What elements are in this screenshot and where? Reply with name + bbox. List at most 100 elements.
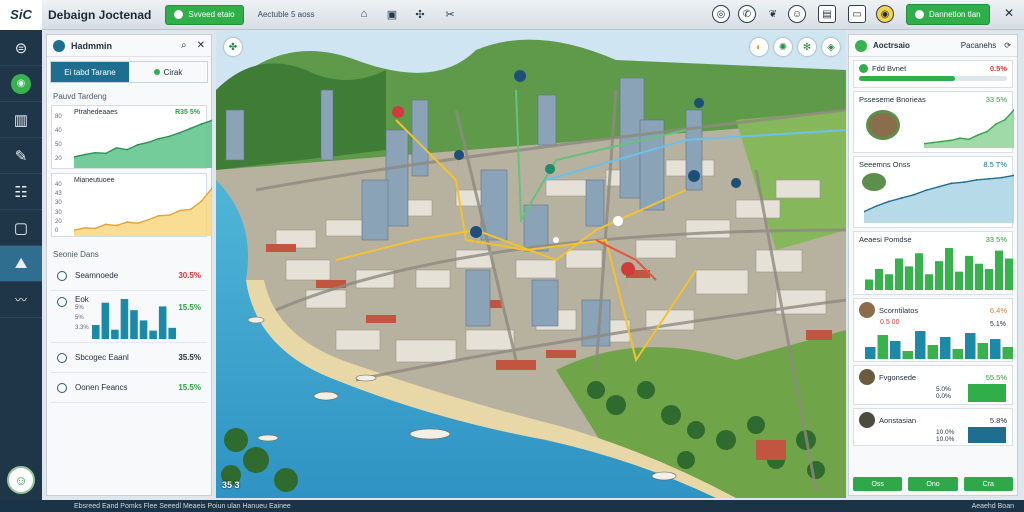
close-icon[interactable]: ✕ bbox=[1004, 6, 1014, 20]
calendar-icon[interactable]: ▤ bbox=[818, 5, 836, 23]
data-point bbox=[950, 182, 953, 185]
bar bbox=[975, 263, 983, 290]
map-compass-icon[interactable]: ✤ bbox=[224, 38, 242, 56]
bar bbox=[890, 341, 901, 359]
y-tick-label: 43 bbox=[55, 191, 62, 198]
user-icon[interactable]: ☺ bbox=[788, 5, 806, 23]
bar bbox=[977, 343, 988, 359]
data-point bbox=[158, 214, 160, 217]
notification-icon[interactable]: ◉ bbox=[876, 5, 894, 23]
status-dot-icon bbox=[174, 10, 184, 19]
card5-title: Fvgonsede bbox=[879, 372, 917, 382]
material-thumbnail-icon bbox=[859, 412, 875, 428]
y-tick-label: 30 bbox=[55, 209, 62, 216]
map-layer-icon[interactable]: ◐ bbox=[750, 38, 768, 56]
section-label-trend: Pauvd Tardeng bbox=[53, 92, 107, 101]
data-point bbox=[200, 123, 203, 125]
map-settings-icon[interactable]: ✻ bbox=[798, 38, 816, 56]
progress-bar-fill bbox=[859, 76, 956, 81]
stat-value: 15.5% bbox=[178, 383, 201, 392]
data-point bbox=[115, 146, 118, 149]
footer-button[interactable]: Oss bbox=[853, 477, 903, 491]
tab-primary[interactable]: Ei tabd Tarane bbox=[51, 62, 129, 82]
mini-axis-label: 3.3% bbox=[75, 324, 89, 331]
data-point bbox=[986, 130, 988, 133]
bar bbox=[168, 327, 176, 339]
panel-icon bbox=[855, 39, 867, 52]
breadcrumb[interactable]: Aectuble 5 aoss bbox=[258, 10, 315, 19]
data-point bbox=[875, 205, 878, 207]
leaf-icon[interactable]: ❦ bbox=[764, 5, 782, 23]
footer-button[interactable]: Ono bbox=[908, 477, 958, 491]
app-logo[interactable]: SiC bbox=[0, 0, 42, 30]
y-tick-label: 50 bbox=[55, 142, 62, 148]
stat-icon bbox=[57, 382, 67, 393]
data-point bbox=[189, 208, 192, 211]
y-tick-label: 40 bbox=[55, 182, 62, 188]
insight-card-3: Aeaesi Pomdse 33 5% bbox=[853, 231, 1013, 295]
nav-trend-icon[interactable]: 〰 bbox=[0, 282, 42, 318]
stat-row[interactable]: Seamnoede 30.5% bbox=[51, 261, 207, 291]
chart1-svg bbox=[74, 119, 212, 168]
data-point bbox=[913, 193, 915, 196]
chart1-title: Ptrahedeaaes bbox=[74, 109, 118, 116]
globe-icon[interactable]: ◎ bbox=[712, 5, 730, 23]
card4-value-b: 5.1% bbox=[990, 321, 1006, 328]
sync-icon[interactable]: ⟳ bbox=[1004, 41, 1011, 50]
settings-icon[interactable]: ✣ bbox=[412, 6, 428, 22]
map-location-icon[interactable]: ◈ bbox=[822, 38, 840, 56]
stat-row[interactable]: Eok 5% 5% 3.3% 15.5% bbox=[51, 291, 207, 343]
bar bbox=[915, 253, 923, 290]
nav-edit-icon[interactable]: ✎ bbox=[0, 138, 42, 174]
stat-row[interactable]: Sbcogec Eaanl 35.5% bbox=[51, 343, 207, 373]
data-point bbox=[94, 227, 97, 230]
data-point bbox=[168, 214, 171, 216]
nav-book-icon[interactable]: ▥ bbox=[0, 102, 42, 138]
stat-icon bbox=[57, 270, 67, 281]
search-icon[interactable]: ⌕ bbox=[181, 40, 187, 51]
data-point bbox=[988, 177, 990, 180]
left-nav: ⊜ ◉ ▥ ✎ ☷ ▢ ⛰ 〰 ☺ bbox=[0, 30, 42, 500]
action-button[interactable]: Dannetlon tlan bbox=[906, 4, 990, 25]
primary-action-button[interactable]: Svveed etaio bbox=[165, 4, 244, 25]
status-bar: Ebsreed Eand Pomks Flee Seeedl Meaeis Po… bbox=[0, 500, 1024, 512]
y-tick-label: 40 bbox=[55, 128, 62, 134]
card1-chart bbox=[924, 109, 1014, 148]
data-point bbox=[977, 134, 979, 136]
nav-map-icon[interactable]: ⛰ bbox=[0, 246, 42, 282]
data-point bbox=[963, 181, 965, 184]
card6-value: 5.8% bbox=[989, 415, 1007, 425]
tools-icon[interactable]: ✂ bbox=[442, 6, 458, 22]
data-point bbox=[104, 152, 107, 155]
close-panel-icon[interactable]: ✕ bbox=[197, 40, 205, 51]
right-panel: Aoctrsaio Pacanehs ⟳ Fdd Bvnet 0.5% Psse… bbox=[848, 34, 1018, 496]
data-point bbox=[200, 200, 203, 203]
bar bbox=[905, 266, 913, 290]
bar bbox=[877, 335, 888, 359]
card4-value-a: 6.4% bbox=[989, 305, 1007, 315]
card5-row: 0.0% bbox=[936, 393, 951, 400]
nav-dashboard-icon[interactable]: ⊜ bbox=[0, 30, 42, 66]
map-satellite-icon[interactable]: ✺ bbox=[774, 38, 792, 56]
document-icon[interactable]: ▣ bbox=[384, 6, 400, 22]
chat-icon[interactable]: ▭ bbox=[848, 5, 866, 23]
whatsapp-icon[interactable]: ✆ bbox=[738, 5, 756, 23]
home-icon[interactable]: ⌂ bbox=[356, 6, 372, 22]
bar bbox=[120, 298, 129, 339]
card1-value: 33 5% bbox=[985, 95, 1007, 104]
nav-list-icon[interactable]: ☷ bbox=[0, 174, 42, 210]
data-point bbox=[136, 143, 139, 146]
profile-avatar-icon[interactable]: ☺ bbox=[7, 466, 35, 494]
data-point bbox=[179, 209, 182, 212]
nav-report-icon[interactable]: ▢ bbox=[0, 210, 42, 246]
nav-status-icon[interactable]: ◉ bbox=[0, 66, 42, 102]
city-map[interactable]: ✤ ◐ ✺ ✻ ◈ 35 3 bbox=[216, 30, 846, 498]
tab-secondary[interactable]: Cirak bbox=[129, 62, 207, 82]
footer-button[interactable]: Cra bbox=[963, 477, 1013, 491]
card5-value: 55.5% bbox=[985, 372, 1007, 382]
data-point bbox=[168, 135, 171, 138]
stat-row[interactable]: Oonen Feancs 15.5% bbox=[51, 373, 207, 403]
bar bbox=[990, 339, 1001, 359]
bar bbox=[927, 345, 938, 359]
right-panel-title: Aoctrsaio bbox=[873, 41, 910, 50]
